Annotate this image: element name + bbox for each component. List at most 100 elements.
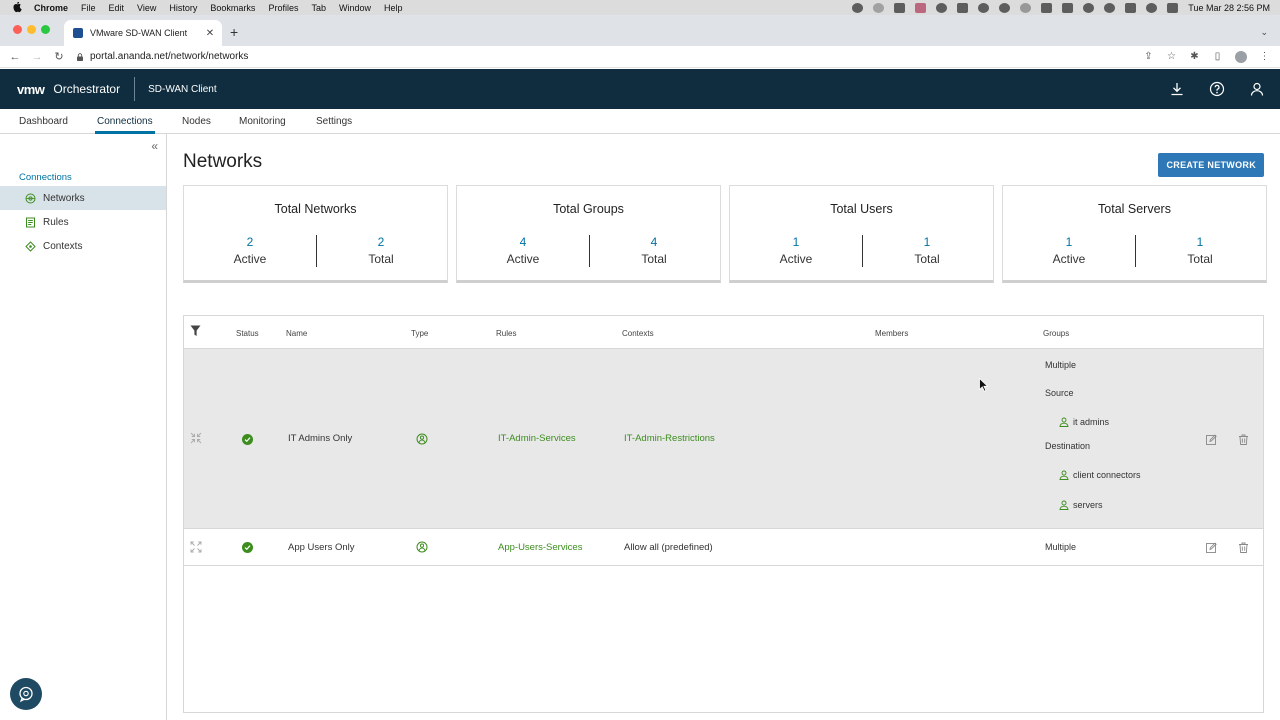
menubar-view[interactable]: View — [137, 3, 156, 13]
vmware-favicon-icon — [73, 28, 83, 38]
menubar-help[interactable]: Help — [384, 3, 403, 13]
menubar-profiles[interactable]: Profiles — [268, 3, 298, 13]
gear-icon[interactable] — [936, 2, 948, 13]
column-header-members[interactable]: Members — [875, 329, 908, 338]
bookmark-star-icon[interactable]: ☆ — [1166, 51, 1177, 62]
control-center-icon[interactable] — [1125, 2, 1137, 13]
stat-title: Total Servers — [1098, 202, 1171, 216]
dropbox-icon[interactable] — [999, 2, 1011, 13]
wifi-icon[interactable] — [1083, 2, 1095, 13]
contexts-link[interactable]: IT-Admin-Restrictions — [624, 433, 715, 444]
group-item-label: it admins — [1073, 417, 1110, 427]
sidebar-item-contexts[interactable]: Contexts — [0, 234, 166, 258]
spotlight-icon[interactable] — [1146, 2, 1158, 13]
tab-dashboard[interactable]: Dashboard — [19, 109, 68, 133]
forward-arrow-icon[interactable]: → — [30, 50, 44, 64]
rules-link[interactable]: App-Users-Services — [498, 542, 582, 553]
edit-icon[interactable] — [1206, 434, 1217, 445]
column-header-rules[interactable]: Rules — [496, 329, 516, 338]
collapse-row-icon[interactable] — [190, 432, 202, 444]
column-header-type[interactable]: Type — [411, 329, 428, 338]
stat-total-label: Total — [1187, 252, 1213, 266]
kebab-menu-icon[interactable]: ⋮ — [1259, 51, 1270, 62]
address-bar[interactable]: portal.ananda.net/network/networks — [76, 51, 248, 62]
tab-connections[interactable]: Connections — [95, 109, 155, 134]
apple-icon[interactable] — [12, 2, 24, 14]
download-icon[interactable] — [1166, 78, 1188, 100]
trash-icon[interactable] — [1238, 434, 1249, 445]
stat-total-count[interactable]: 2 — [315, 235, 447, 249]
stat-active-count[interactable]: 1 — [1003, 235, 1135, 249]
menubar-app-name[interactable]: Chrome — [34, 3, 68, 13]
stat-total-count[interactable]: 1 — [861, 235, 993, 249]
column-header-name[interactable]: Name — [286, 329, 307, 338]
sidebar-item-label: Contexts — [43, 240, 83, 252]
globe-icon[interactable] — [1020, 2, 1032, 13]
menubar-bookmarks[interactable]: Bookmarks — [210, 3, 255, 13]
menubar-edit[interactable]: Edit — [109, 3, 125, 13]
window-close-button[interactable] — [13, 25, 22, 34]
window-minimize-button[interactable] — [27, 25, 36, 34]
tab-nodes[interactable]: Nodes — [182, 109, 211, 133]
focus-icon[interactable] — [873, 2, 885, 13]
menubar-tab[interactable]: Tab — [311, 3, 326, 13]
edit-icon[interactable] — [1206, 542, 1217, 553]
table-row[interactable]: IT Admins Only IT-Admin-Services IT-Admi… — [184, 349, 1263, 529]
menubar-clock[interactable]: Tue Mar 28 2:56 PM — [1188, 3, 1270, 13]
new-tab-plus-icon[interactable]: + — [230, 25, 238, 39]
siri-icon[interactable] — [1167, 2, 1179, 13]
stat-total-count[interactable]: 1 — [1134, 235, 1266, 249]
keyboard-icon[interactable] — [1041, 2, 1053, 13]
profile-avatar-icon[interactable] — [1235, 50, 1247, 63]
stat-total: 2 Total — [315, 235, 447, 266]
share-icon[interactable]: ⇪ — [1143, 51, 1154, 62]
stats-cards: Total Networks 2 Active 2 Total Total Gr… — [183, 185, 1267, 283]
mouse-cursor-icon — [979, 378, 989, 392]
table-row[interactable]: App Users Only App-Users-Services Allow … — [184, 529, 1263, 566]
extensions-puzzle-icon[interactable]: ✱ — [1189, 51, 1200, 62]
lock-icon[interactable] — [894, 2, 906, 13]
network-name: App Users Only — [288, 542, 355, 553]
help-icon[interactable] — [1206, 78, 1228, 100]
tab-settings[interactable]: Settings — [316, 109, 352, 133]
group-item-servers[interactable]: servers — [1059, 500, 1103, 510]
sidebar-item-rules[interactable]: Rules — [0, 210, 166, 234]
cloud-icon[interactable] — [978, 2, 990, 13]
menubar-file[interactable]: File — [81, 3, 96, 13]
volume-icon[interactable] — [957, 2, 969, 13]
column-header-contexts[interactable]: Contexts — [622, 329, 654, 338]
stat-active-count[interactable]: 1 — [730, 235, 862, 249]
trash-icon[interactable] — [1238, 542, 1249, 553]
column-header-groups[interactable]: Groups — [1043, 329, 1069, 338]
stat-total-count[interactable]: 4 — [588, 235, 720, 249]
tab-search-chevron-icon[interactable]: ⌄ — [1260, 27, 1268, 38]
chat-support-button[interactable] — [10, 678, 42, 710]
expand-row-icon[interactable] — [190, 541, 202, 553]
collapse-sidebar-icon[interactable]: « — [151, 139, 158, 153]
vmware-logo[interactable]: vmw — [17, 82, 45, 97]
filter-icon[interactable] — [190, 325, 201, 337]
sidebar-item-networks[interactable]: Networks — [0, 186, 166, 210]
vpn-icon[interactable] — [915, 2, 927, 13]
group-item-client-connectors[interactable]: client connectors — [1059, 470, 1141, 480]
reload-icon[interactable]: ↻ — [52, 50, 66, 64]
create-network-button[interactable]: CREATE NETWORK — [1158, 153, 1264, 177]
close-tab-icon[interactable]: ✕ — [204, 28, 216, 39]
rules-link[interactable]: IT-Admin-Services — [498, 433, 576, 444]
stat-card-servers: Total Servers 1 Active 1 Total — [1002, 185, 1267, 283]
record-icon[interactable] — [852, 2, 864, 13]
user-account-icon[interactable] — [1246, 78, 1268, 100]
menubar-window[interactable]: Window — [339, 3, 371, 13]
browser-tab-active[interactable]: VMware SD-WAN Client ✕ — [64, 20, 222, 46]
side-panel-icon[interactable]: ▯ — [1212, 51, 1223, 62]
stat-active-count[interactable]: 2 — [184, 235, 316, 249]
group-item-it-admins[interactable]: it admins — [1059, 417, 1109, 427]
user-icon[interactable] — [1104, 2, 1116, 13]
column-header-status[interactable]: Status — [236, 329, 259, 338]
back-arrow-icon[interactable]: ← — [8, 50, 22, 64]
window-zoom-button[interactable] — [41, 25, 50, 34]
tab-monitoring[interactable]: Monitoring — [239, 109, 286, 133]
battery-icon[interactable] — [1062, 2, 1074, 13]
menubar-history[interactable]: History — [169, 3, 197, 13]
stat-active-count[interactable]: 4 — [457, 235, 589, 249]
